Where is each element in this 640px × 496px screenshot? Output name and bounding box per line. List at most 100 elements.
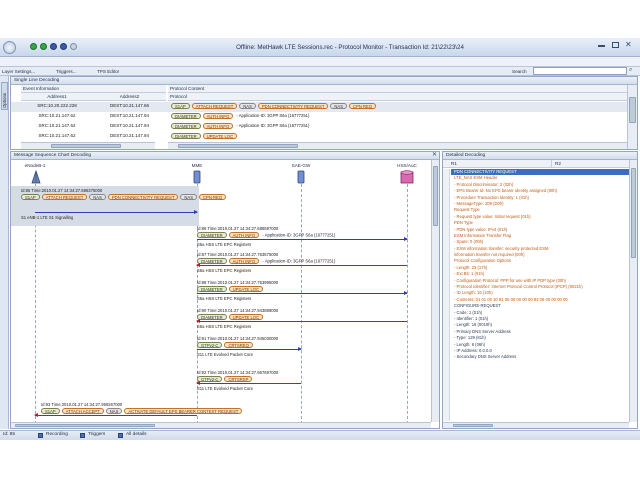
msc-message[interactable]: Id:93 Time:2010.01.27 14:34:27.959267000… xyxy=(11,400,431,418)
message-arrow xyxy=(34,413,197,417)
panel-close-icon[interactable]: ✕ xyxy=(432,151,437,158)
message-arrow xyxy=(197,291,408,295)
protocol-tag[interactable]: GTPv2-C xyxy=(197,342,223,348)
close-icon[interactable]: ✕ xyxy=(625,40,632,49)
protocol-tag[interactable]: UPDATE LOC xyxy=(202,132,238,139)
minimize-icon[interactable] xyxy=(598,45,605,47)
antenna-icon xyxy=(31,170,41,184)
single-line-vscroll[interactable] xyxy=(627,85,637,149)
scroll-thumb[interactable] xyxy=(631,168,636,258)
maximize-icon[interactable] xyxy=(612,42,619,48)
message-id-time: Id:85 Time:2010.01.27 14:34:27.686375000 xyxy=(21,188,103,193)
msc-message[interactable]: Id:88 Time:2010.01.27 14:34:27.763995000… xyxy=(11,278,431,302)
scroll-thumb[interactable] xyxy=(51,144,121,148)
protocol-cell: S1AP ATTACH REQUEST NAS PDN CONNECTIVITY RE… xyxy=(171,102,626,110)
message-interface: S6a HSS LTE EPC Registers xyxy=(197,268,252,273)
message-id-time: Id:92 Time:2010.01.27 14:34:27.957697000 xyxy=(197,370,279,375)
address2-cell: DEST:10.21.147.94 xyxy=(109,123,150,128)
scroll-thumb[interactable] xyxy=(178,144,298,148)
app-logo-icon[interactable] xyxy=(3,41,16,54)
msc-message[interactable]: Id:92 Time:2010.01.27 14:34:27.957697000… xyxy=(11,368,431,398)
pause-icon[interactable] xyxy=(60,43,67,50)
protocol-tag[interactable]: AUTH INFO xyxy=(202,122,234,129)
protocol-tag[interactable]: NAS xyxy=(89,194,106,200)
detail-col-r1[interactable]: R1 xyxy=(443,160,551,168)
address1-cell: SRC:10.20.222.228 xyxy=(37,103,77,108)
protocol-tag[interactable]: CRTSREQ xyxy=(224,342,253,348)
table-row[interactable]: SRC:10.21.147.62 DEST:10.21.147.94 DIAMETE… xyxy=(11,132,627,142)
protocol-tag[interactable]: ATTACH ACCEPT xyxy=(61,408,104,414)
tps-editor-button[interactable]: TPS Editor xyxy=(97,67,119,76)
protocol-tag[interactable]: S1AP xyxy=(41,408,60,414)
protocol-hscroll[interactable] xyxy=(168,142,627,149)
address1-header[interactable]: Address1 xyxy=(21,93,93,101)
status-triggers[interactable]: Triggers xyxy=(88,431,105,439)
msc-hscroll[interactable] xyxy=(11,422,431,428)
protocol-tag[interactable]: NAS xyxy=(180,194,198,200)
protocol-tag[interactable]: UPDATE LOC xyxy=(228,314,264,320)
protocol-tag[interactable]: ATTACH REQUEST xyxy=(41,194,88,200)
options-tab[interactable]: Options xyxy=(1,82,8,110)
node-saegw-label: SAE-GW xyxy=(291,163,311,168)
msc-vscroll[interactable] xyxy=(431,160,439,422)
table-row[interactable]: SRC:10.20.222.228 DEST:10.21.147.66 S1AP AT… xyxy=(11,102,627,112)
address-hscroll[interactable] xyxy=(21,142,155,149)
protocol-tag[interactable]: NAS xyxy=(105,408,123,414)
protocol-tag[interactable]: GTPv2-C xyxy=(197,376,223,382)
protocol-header[interactable]: Protocol xyxy=(168,93,628,101)
protocol-tag[interactable]: DIAMETER xyxy=(197,258,227,264)
protocol-tag[interactable]: S1AP xyxy=(171,102,190,109)
scroll-thumb[interactable] xyxy=(15,424,155,427)
play-icon[interactable] xyxy=(40,43,47,50)
detail-col-r2[interactable]: R2 xyxy=(551,160,629,168)
protocol-tag[interactable]: DIAMETER xyxy=(197,314,227,320)
scroll-thumb[interactable] xyxy=(433,166,438,226)
status-all-details[interactable]: All details xyxy=(126,431,147,439)
search-icon[interactable]: ⌕ xyxy=(629,67,632,74)
table-row[interactable]: SRC:10.21.147.62 DEST:10.21.147.94 DIAMETE… xyxy=(11,112,627,122)
protocol-tag[interactable]: S1AP xyxy=(21,194,40,200)
protocol-tag[interactable]: UPDATE LOC xyxy=(228,286,264,292)
stop-icon[interactable] xyxy=(50,43,57,50)
msc-message[interactable]: Id:91 Time:2010.01.27 14:34:27.945030000… xyxy=(11,334,431,364)
protocol-tag[interactable]: AUTH INFO xyxy=(228,258,260,264)
arrow-head xyxy=(298,347,302,351)
protocol-tag[interactable]: DIAMETER xyxy=(171,132,201,139)
message-interface: S6a HSS LTE EPC Registers xyxy=(197,296,252,301)
protocol-tag[interactable]: DIAMETER xyxy=(171,112,201,119)
table-row[interactable]: SRC:10.21.147.62 DEST:10.21.147.94 DIAMETE… xyxy=(11,122,627,132)
recording-icon xyxy=(38,433,43,438)
arrow-head xyxy=(196,319,200,323)
record-icon[interactable] xyxy=(30,43,37,50)
search-input[interactable] xyxy=(533,67,627,75)
protocol-tag[interactable]: DIAMETER xyxy=(197,232,227,238)
message-id-time: Id:87 Time:2010.01.27 14:34:27.763575000 xyxy=(197,252,279,257)
protocol-tag[interactable]: ACTIVATE DEFAULT EPS BEARER CONTEXT REQU… xyxy=(124,408,243,414)
status-recording[interactable]: Recording xyxy=(46,431,68,439)
protocol-tag[interactable]: NAS xyxy=(330,102,348,109)
msc-message[interactable]: Id:90 Time:2010.01.27 14:34:27.943889000… xyxy=(11,306,431,330)
settings-icon[interactable] xyxy=(70,43,77,50)
address2-header[interactable]: Address2 xyxy=(93,93,166,101)
protocol-tag[interactable]: AUTH INFO xyxy=(228,232,260,238)
protocol-tag[interactable]: AUTH INFO xyxy=(202,112,234,119)
protocol-tag[interactable]: PDN CONNECTIVITY REQUEST xyxy=(107,194,179,200)
scroll-thumb[interactable] xyxy=(629,97,636,123)
msc-message[interactable]: Id:86 Time:2010.01.27 14:34:27.688597000… xyxy=(11,224,431,248)
scroll-thumb[interactable] xyxy=(453,424,493,427)
protocol-tag[interactable]: DIAMETER xyxy=(171,122,201,129)
layer-settings-button[interactable]: Layer Settings... xyxy=(2,67,35,76)
protocol-tag[interactable]: CRTSRSP xyxy=(224,376,253,382)
protocol-tag[interactable]: NAS xyxy=(239,102,256,109)
msc-message[interactable]: Id:87 Time:2010.01.27 14:34:27.763575000… xyxy=(11,250,431,274)
protocol-tag[interactable]: CPN REQ xyxy=(349,102,377,109)
detail-hscroll[interactable] xyxy=(443,422,629,428)
protocol-tag[interactable]: CPN REQ xyxy=(199,194,227,200)
protocol-tag[interactable]: DIAMETER xyxy=(197,286,227,292)
protocol-tag[interactable]: PDN CONNECTIVITY REQUEST xyxy=(257,102,329,109)
protocol-tag[interactable]: ATTACH REQUEST xyxy=(191,102,238,109)
message-arrow xyxy=(196,381,301,385)
detail-row[interactable]: - Secondary DNS Server Address xyxy=(451,354,629,360)
triggers-button[interactable]: Triggers... xyxy=(56,67,77,76)
detail-vscroll[interactable] xyxy=(629,160,637,422)
